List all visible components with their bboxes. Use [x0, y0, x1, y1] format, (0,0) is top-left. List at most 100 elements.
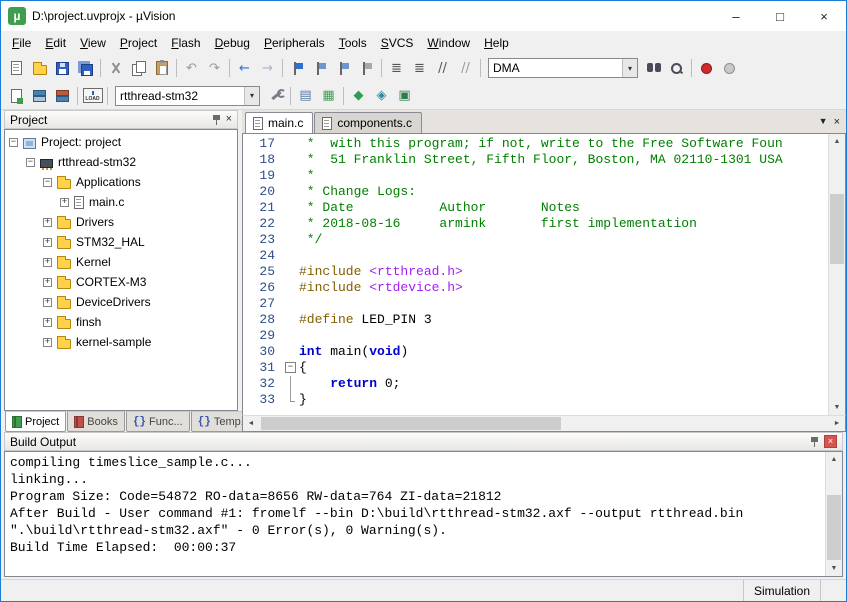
- bookmark-prev-button[interactable]: [309, 57, 332, 80]
- scroll-up-icon[interactable]: ▲: [829, 134, 845, 149]
- scroll-left-icon[interactable]: ◄: [243, 420, 259, 427]
- fold-collapse-icon[interactable]: −: [285, 362, 296, 373]
- maximize-button[interactable]: □: [758, 1, 802, 31]
- collapse-icon[interactable]: −: [9, 138, 18, 147]
- bookmark-clear-all-button[interactable]: [355, 57, 378, 80]
- save-all-button[interactable]: [74, 57, 97, 80]
- menu-svcs[interactable]: SVCS: [374, 33, 421, 53]
- translate-button[interactable]: [5, 84, 28, 107]
- bookmark-next-button[interactable]: [332, 57, 355, 80]
- new-file-button[interactable]: [5, 57, 28, 80]
- scroll-down-icon[interactable]: ▼: [826, 561, 842, 576]
- expand-icon[interactable]: +: [43, 258, 52, 267]
- close-button[interactable]: ×: [802, 1, 846, 31]
- target-environment-button[interactable]: ▦: [317, 84, 340, 107]
- undo-button[interactable]: ↶: [180, 57, 203, 80]
- editor-tab-components-c[interactable]: components.c: [314, 112, 422, 133]
- breakpoint-toggle-button[interactable]: [695, 57, 718, 80]
- tree-item-kernel[interactable]: +Kernel: [5, 252, 237, 272]
- close-icon[interactable]: ×: [226, 114, 232, 125]
- copy-button[interactable]: [127, 57, 150, 80]
- tree-item-applications[interactable]: −Applications: [5, 172, 237, 192]
- paste-button[interactable]: [150, 57, 173, 80]
- find-in-files-button[interactable]: [642, 57, 665, 80]
- menu-view[interactable]: View: [73, 33, 113, 53]
- outdent-button[interactable]: ≣: [385, 57, 408, 80]
- scrollbar-thumb[interactable]: [827, 495, 841, 560]
- menu-edit[interactable]: Edit: [38, 33, 73, 53]
- tab-list-icon[interactable]: ▼: [819, 116, 828, 128]
- open-file-button[interactable]: [28, 57, 51, 80]
- bookmark-toggle-button[interactable]: [286, 57, 309, 80]
- editor-vertical-scrollbar[interactable]: ▲ ▼: [828, 134, 845, 415]
- expand-icon[interactable]: +: [43, 278, 52, 287]
- expand-icon[interactable]: +: [60, 198, 69, 207]
- indent-button[interactable]: ≣: [408, 57, 431, 80]
- editor-horizontal-scrollbar[interactable]: ◄ ►: [242, 415, 846, 432]
- tree-item-cortex-m3[interactable]: +CORTEX-M3: [5, 272, 237, 292]
- tree-item-finsh[interactable]: +finsh: [5, 312, 237, 332]
- tree-item-drivers[interactable]: +Drivers: [5, 212, 237, 232]
- scroll-down-icon[interactable]: ▼: [829, 400, 845, 415]
- pack-installer-button[interactable]: ◈: [370, 84, 393, 107]
- menu-help[interactable]: Help: [477, 33, 516, 53]
- download-button[interactable]: LOAD: [81, 84, 104, 107]
- panel-tab-project[interactable]: Project: [5, 411, 66, 432]
- tree-item-project-project[interactable]: −Project: project: [5, 132, 237, 152]
- tree-item-stm32-hal[interactable]: +STM32_HAL: [5, 232, 237, 252]
- manage-rte-button[interactable]: ◆: [347, 84, 370, 107]
- tree-item-kernel-sample[interactable]: +kernel-sample: [5, 332, 237, 352]
- expand-icon[interactable]: +: [43, 218, 52, 227]
- tree-item-rtthread-stm32[interactable]: −rtthread-stm32: [5, 152, 237, 172]
- uncomment-selection-button[interactable]: //: [454, 57, 477, 80]
- file-extensions-button[interactable]: ▤: [294, 84, 317, 107]
- navigate-back-button[interactable]: ←: [233, 57, 256, 80]
- books-window-button[interactable]: ▣: [393, 84, 416, 107]
- menu-debug[interactable]: Debug: [208, 33, 257, 53]
- save-button[interactable]: [51, 57, 74, 80]
- expand-icon[interactable]: +: [43, 338, 52, 347]
- close-icon[interactable]: ×: [824, 435, 837, 448]
- code-editor[interactable]: 17 * with this program; if not, write to…: [242, 133, 846, 415]
- chevron-down-icon[interactable]: ▾: [244, 87, 259, 105]
- build-vertical-scrollbar[interactable]: ▲ ▼: [825, 452, 842, 576]
- menu-flash[interactable]: Flash: [164, 33, 207, 53]
- build-output-text[interactable]: compiling timeslice_sample.c...linking..…: [4, 451, 843, 577]
- build-button[interactable]: [28, 84, 51, 107]
- find-button[interactable]: [665, 57, 688, 80]
- scrollbar-thumb[interactable]: [261, 417, 561, 430]
- scroll-right-icon[interactable]: ►: [829, 420, 845, 427]
- panel-tab-books[interactable]: Books: [67, 411, 125, 432]
- collapse-icon[interactable]: −: [26, 158, 35, 167]
- editor-tab-main-c[interactable]: main.c: [245, 112, 313, 133]
- project-tree[interactable]: −Project: project−rtthread-stm32−Applica…: [4, 129, 238, 411]
- breakpoint-disable-button[interactable]: [718, 57, 741, 80]
- tree-item-devicedrivers[interactable]: +DeviceDrivers: [5, 292, 237, 312]
- collapse-icon[interactable]: −: [43, 178, 52, 187]
- redo-button[interactable]: ↷: [203, 57, 226, 80]
- expand-icon[interactable]: +: [43, 238, 52, 247]
- expand-icon[interactable]: +: [43, 318, 52, 327]
- scroll-up-icon[interactable]: ▲: [826, 452, 842, 467]
- navigate-forward-button[interactable]: →: [256, 57, 279, 80]
- menu-window[interactable]: Window: [420, 33, 477, 53]
- cut-button[interactable]: [104, 57, 127, 80]
- tree-item-main-c[interactable]: +main.c: [5, 192, 237, 212]
- minimize-button[interactable]: –: [714, 1, 758, 31]
- panel-tab-func[interactable]: {}Func...: [126, 411, 190, 432]
- menu-tools[interactable]: Tools: [332, 33, 374, 53]
- expand-icon[interactable]: +: [43, 298, 52, 307]
- menu-file[interactable]: File: [5, 33, 38, 53]
- pin-icon[interactable]: [212, 114, 221, 126]
- tab-close-icon[interactable]: ×: [834, 116, 840, 128]
- target-combo[interactable]: rtthread-stm32▾: [115, 86, 260, 106]
- chevron-down-icon[interactable]: ▾: [622, 59, 637, 77]
- pin-icon[interactable]: [810, 436, 819, 448]
- menu-peripherals[interactable]: Peripherals: [257, 33, 332, 53]
- search-combo[interactable]: DMA▾: [488, 58, 638, 78]
- rebuild-button[interactable]: [51, 84, 74, 107]
- comment-selection-button[interactable]: //: [431, 57, 454, 80]
- menu-project[interactable]: Project: [113, 33, 164, 53]
- scrollbar-thumb[interactable]: [830, 194, 844, 264]
- options-for-target-button[interactable]: [264, 84, 287, 107]
